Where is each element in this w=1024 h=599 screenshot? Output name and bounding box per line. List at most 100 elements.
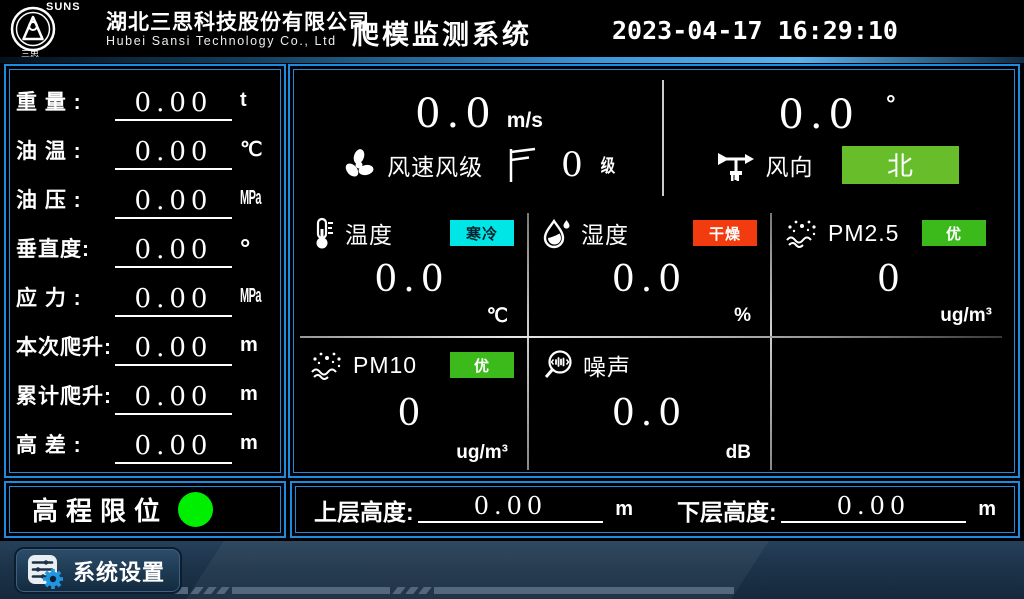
readout-panel: 重 量 : 0.00 t 油 温 : 0.00 ℃ 油 压 : 0.00 MPa… (4, 64, 286, 478)
readout-label: 垂直度: (16, 233, 113, 263)
readout-value: 0.00 (115, 235, 232, 268)
wind-direction-label: 风向 (766, 148, 814, 182)
readout-unit: m (240, 383, 274, 406)
wind-speed-label: 风速风级 (387, 148, 483, 182)
sensor-value: 0 (785, 249, 998, 305)
sensor-value: 0 (310, 381, 514, 442)
wind-level-unit: 级 (601, 152, 615, 178)
wind-direction-value: 0.0 (778, 94, 860, 136)
grid-divider-vertical (770, 213, 772, 470)
upper-height-unit: m (615, 498, 633, 521)
lower-height-label: 下层高度: (677, 493, 777, 527)
wind-speed-value: 0.0 (415, 93, 497, 135)
settings-button-label: 系统设置 (73, 555, 165, 587)
wind-level-value: 0 (561, 145, 583, 185)
status-badge-cold: 寒冷 (450, 220, 514, 246)
header-divider (0, 57, 1024, 63)
readout-label: 油 温 : (16, 135, 113, 165)
sensor-unit: ℃ (310, 305, 514, 331)
sensor-unit: dB (542, 442, 757, 468)
readout-row-oil-pressure: 油 压 : 0.00 MPa (16, 174, 274, 223)
sensor-value: 0.0 (542, 249, 757, 305)
readout-value: 0.00 (115, 333, 232, 366)
sensor-cell-temperature: 温度 寒冷 0.0 ℃ (296, 205, 528, 337)
company-name-cn: 湖北三思科技股份有限公司 (106, 6, 370, 36)
sensor-unit: % (542, 305, 757, 331)
sensor-value: 0.0 (310, 249, 514, 305)
grid-divider-horizontal (300, 336, 1002, 338)
readout-row-current-climb: 本次爬升: 0.00 m (16, 321, 274, 370)
upper-height-value: 0.00 (418, 492, 604, 523)
upper-height-group: 上层高度: 0.00 m (314, 493, 633, 527)
noise-magnifier-icon (542, 349, 574, 381)
sliders-gear-icon (26, 552, 64, 590)
readout-label: 油 压 : (16, 184, 113, 214)
wind-vane-icon (716, 147, 756, 183)
readout-value: 0.00 (115, 382, 232, 415)
sensor-label: 温度 (345, 216, 393, 250)
sensor-cell-noise: 噪声 0.0 dB (528, 337, 771, 474)
readout-value: 0.00 (115, 88, 232, 121)
readout-unit: t (240, 89, 274, 112)
lower-height-unit: m (978, 498, 996, 521)
wind-section: 0.0 m/s 风速风级 (296, 72, 1012, 205)
elevation-limit-box: 高程限位 (4, 481, 286, 538)
logo-text-suns: SUNS (46, 1, 81, 13)
wind-direction-block: 0.0 ° 风向 北 (662, 72, 1012, 205)
sensor-unit: ug/m³ (310, 442, 514, 468)
wind-divider (662, 80, 664, 196)
sensor-cell-pm10: PM10 优 0 ug/m³ (296, 337, 528, 474)
status-badge-good: 优 (450, 352, 514, 378)
sensor-label: PM2.5 (828, 220, 899, 247)
datetime-display: 2023-04-17 16:29:10 (612, 16, 898, 45)
lower-height-group: 下层高度: 0.00 m (677, 493, 996, 527)
sensor-cell-humidity: 湿度 干燥 0.0 % (528, 205, 771, 337)
readout-label: 应 力 : (16, 282, 113, 312)
readout-value: 0.00 (115, 186, 232, 219)
readout-value: 0.00 (115, 431, 232, 464)
readout-label: 重 量 : (16, 86, 113, 116)
wind-speed-unit: m/s (507, 109, 543, 133)
readout-unit: MPa (240, 285, 261, 308)
grid-divider-vertical (527, 213, 529, 470)
readout-unit: MPa (240, 187, 261, 210)
readout-value: 0.00 (115, 137, 232, 170)
readout-row-weight: 重 量 : 0.00 t (16, 76, 274, 125)
sensor-unit: ug/m³ (785, 305, 998, 331)
readout-unit: m (240, 432, 274, 455)
readout-row-total-climb: 累计爬升: 0.00 m (16, 370, 274, 419)
particles-icon (310, 350, 344, 380)
layer-height-box: 上层高度: 0.00 m 下层高度: 0.00 m (290, 481, 1020, 538)
sensor-cell-pm25: PM2.5 优 0 ug/m³ (771, 205, 1012, 337)
company-name-en: Hubei Sansi Technology Co., Ltd (106, 34, 337, 48)
elevation-limit-label: 高程限位 (32, 491, 168, 528)
status-badge-good: 优 (922, 220, 986, 246)
readout-label: 高 差 : (16, 429, 113, 459)
readout-row-oil-temp: 油 温 : 0.00 ℃ (16, 125, 274, 174)
readout-row-height-diff: 高 差 : 0.00 m (16, 419, 274, 468)
system-settings-button[interactable]: 系统设置 (14, 547, 182, 594)
page-title: 爬模监测系统 (352, 13, 532, 52)
wind-direction-display: 北 (842, 146, 959, 184)
readout-label: 本次爬升: (16, 331, 113, 361)
sensor-cell-empty (771, 337, 1012, 474)
status-badge-dry: 干燥 (693, 220, 757, 246)
header: SUNS 三思 湖北三思科技股份有限公司 Hubei Sansi Technol… (0, 0, 1024, 57)
fan-icon (341, 147, 377, 183)
sensor-value: 0.0 (542, 381, 757, 442)
sensor-label: 噪声 (583, 348, 631, 382)
readout-unit: ° (240, 243, 274, 253)
particles-icon (785, 218, 819, 248)
thermometer-icon (310, 217, 336, 249)
sensor-label: 湿度 (581, 216, 629, 250)
environment-panel: 0.0 m/s 风速风级 (288, 64, 1020, 478)
sensor-label: PM10 (353, 352, 417, 379)
readout-value: 0.00 (115, 284, 232, 317)
green-circle-indicator (178, 492, 213, 527)
taskbar-stripes (98, 587, 734, 594)
wind-flag-icon (507, 146, 537, 184)
hmi-screen: SUNS 三思 湖北三思科技股份有限公司 Hubei Sansi Technol… (0, 0, 1024, 599)
lower-height-value: 0.00 (781, 492, 967, 523)
readout-unit: m (240, 334, 274, 357)
taskbar: 系统设置 (0, 541, 1024, 599)
